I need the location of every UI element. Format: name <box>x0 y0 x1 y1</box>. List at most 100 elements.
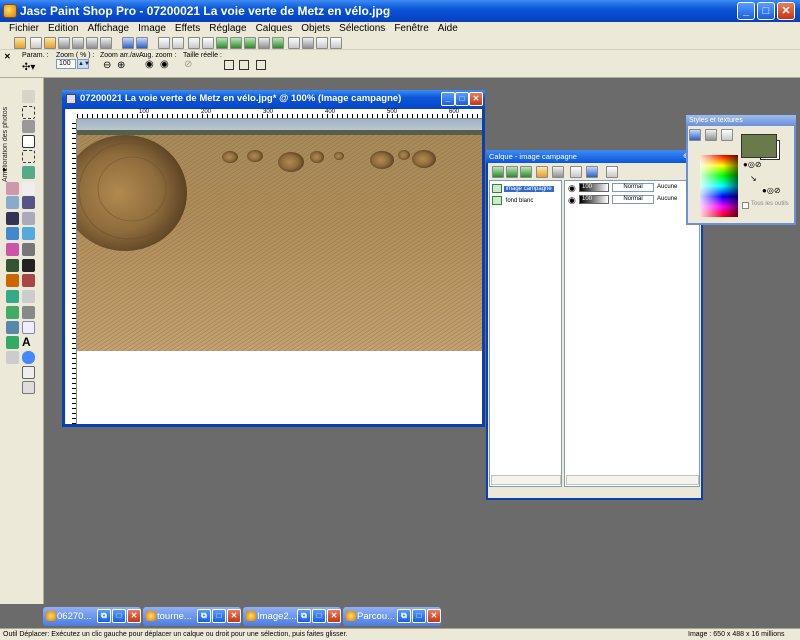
close-icon[interactable]: ✕ <box>327 609 341 623</box>
open-file-icon[interactable] <box>44 37 56 49</box>
color-picker[interactable] <box>700 155 738 217</box>
bg-style-icon[interactable]: ●◎⊘ <box>762 186 781 195</box>
invert-selection-icon[interactable] <box>302 37 314 49</box>
undo-icon[interactable] <box>158 37 170 49</box>
window-fit-icon[interactable] <box>224 60 234 70</box>
paste-selection-icon[interactable] <box>244 37 256 49</box>
texture-tab-icon[interactable] <box>721 129 733 141</box>
picture-tube-icon[interactable] <box>6 274 19 287</box>
scan-icon[interactable] <box>72 37 84 49</box>
edit-selection-icon[interactable] <box>606 166 618 178</box>
print-icon[interactable] <box>100 37 112 49</box>
new-file-icon[interactable] <box>30 37 42 49</box>
zoom-tool-icon[interactable] <box>22 106 35 119</box>
close-button[interactable]: ✕ <box>777 2 795 20</box>
zoom-spinner[interactable]: ▲▼ <box>77 59 90 69</box>
blend-mode-select[interactable]: Normal <box>612 183 654 192</box>
clone-brush-icon[interactable] <box>6 227 19 240</box>
menu-edition[interactable]: Edition <box>44 22 83 36</box>
maximize-icon[interactable]: □ <box>112 609 126 623</box>
layer-list-scrollbar[interactable] <box>491 475 561 485</box>
minimized-window-image2[interactable]: Image2... ⧉ □ ✕ <box>243 607 341 626</box>
menu-objets[interactable]: Objets <box>297 22 334 36</box>
color-changer-icon[interactable] <box>6 290 19 303</box>
layer-link-label[interactable]: Aucune <box>657 196 677 202</box>
foreground-color-swatch[interactable] <box>741 134 777 158</box>
magic-wand-icon[interactable] <box>6 182 19 195</box>
close-icon[interactable]: ✕ <box>427 609 441 623</box>
lasso-tool-icon[interactable] <box>22 166 35 179</box>
move-tool-icon[interactable] <box>22 135 35 148</box>
image-doc-icon[interactable] <box>66 94 76 104</box>
selection-tool-icon[interactable] <box>22 150 35 163</box>
restore-icon[interactable]: ⧉ <box>297 609 311 623</box>
paste-new-layer-icon[interactable] <box>230 37 242 49</box>
crop-tool-icon[interactable] <box>22 120 35 133</box>
paste-icon[interactable] <box>216 37 228 49</box>
makeover-icon[interactable] <box>6 351 19 364</box>
paintshop-app-icon[interactable] <box>3 4 17 18</box>
new-vector-layer-icon[interactable] <box>506 166 518 178</box>
restore-icon[interactable]: ⧉ <box>197 609 211 623</box>
copy-icon[interactable] <box>202 37 214 49</box>
palette-tab-icon[interactable] <box>689 129 701 141</box>
menu-fenetre[interactable]: Fenêtre <box>390 22 432 36</box>
image-close-button[interactable]: ✕ <box>469 92 483 106</box>
delete-layer-icon[interactable] <box>570 166 582 178</box>
fg-style-icon[interactable]: ●◎⊘ <box>743 160 762 169</box>
opacity-slider[interactable]: 100 <box>579 183 609 192</box>
menu-affichage[interactable]: Affichage <box>84 22 134 36</box>
close-icon[interactable]: ✕ <box>227 609 241 623</box>
campaign-photo[interactable] <box>77 119 482 351</box>
background-eraser-icon[interactable] <box>6 321 19 334</box>
smudge-tool-icon[interactable] <box>22 243 35 256</box>
retouch-icon[interactable] <box>6 259 19 272</box>
airbrush-icon[interactable] <box>22 212 35 225</box>
cut-icon[interactable] <box>188 37 200 49</box>
new-mask-icon[interactable] <box>520 166 532 178</box>
actual-size-icon[interactable]: ⊘ <box>184 59 192 70</box>
select-none-icon[interactable] <box>316 37 328 49</box>
visibility-eye-icon[interactable]: ◉ <box>568 195 576 206</box>
zoom-out-more-icon[interactable]: ◉ <box>145 59 154 70</box>
redo-icon[interactable] <box>172 37 184 49</box>
dodge-tool-icon[interactable] <box>22 227 35 240</box>
palette-expand-icon[interactable]: ▸ <box>3 165 7 174</box>
save-as-icon[interactable] <box>136 37 148 49</box>
menu-effets[interactable]: Effets <box>171 22 204 36</box>
layer-row-fond-blanc[interactable]: fond blanc <box>492 196 561 207</box>
maximize-icon[interactable]: □ <box>212 609 226 623</box>
deform-tool-icon[interactable] <box>22 306 35 319</box>
layer-row-image-campagne[interactable]: image campagne <box>492 184 561 195</box>
flood-fill-icon[interactable] <box>22 274 35 287</box>
object-selector-icon[interactable] <box>22 381 35 394</box>
swap-colors-icon[interactable]: ↘ <box>750 174 757 183</box>
opacity-slider[interactable]: 100 <box>579 195 609 204</box>
menu-aide[interactable]: Aide <box>434 22 462 36</box>
all-tools-checkbox[interactable] <box>742 202 749 209</box>
text-tool-icon[interactable]: A <box>22 336 35 349</box>
browse-folder-icon[interactable] <box>58 37 70 49</box>
layer-props-scrollbar[interactable] <box>566 475 699 485</box>
mesh-warp-icon[interactable] <box>6 306 19 319</box>
zoom-in-more-icon[interactable]: ◉ <box>160 59 169 70</box>
menu-fichier[interactable]: Fichier <box>0 22 43 36</box>
layer-properties-icon[interactable] <box>586 166 598 178</box>
straighten-icon[interactable] <box>22 321 35 334</box>
pan-tool-icon[interactable] <box>22 90 35 103</box>
menu-image[interactable]: Image <box>134 22 170 36</box>
zoom-percent-input[interactable]: 100 <box>56 59 76 69</box>
restore-icon[interactable]: ⧉ <box>97 609 111 623</box>
float-selection-icon[interactable] <box>330 37 342 49</box>
zoom-in-icon[interactable]: ⊕ <box>117 60 125 71</box>
paste-into-selection-icon[interactable] <box>272 37 284 49</box>
dropper-tool-icon[interactable] <box>22 182 35 195</box>
menu-selections[interactable]: Sélections <box>335 22 389 36</box>
maximize-button[interactable]: □ <box>757 2 775 20</box>
minimized-window-parcou[interactable]: Parcou... ⧉ □ ✕ <box>343 607 441 626</box>
blend-mode-select[interactable]: Normal <box>612 195 654 204</box>
browse-icon[interactable] <box>14 37 26 49</box>
maximize-icon[interactable]: □ <box>312 609 326 623</box>
paste-transparent-icon[interactable] <box>258 37 270 49</box>
minimize-button[interactable]: _ <box>737 2 755 20</box>
